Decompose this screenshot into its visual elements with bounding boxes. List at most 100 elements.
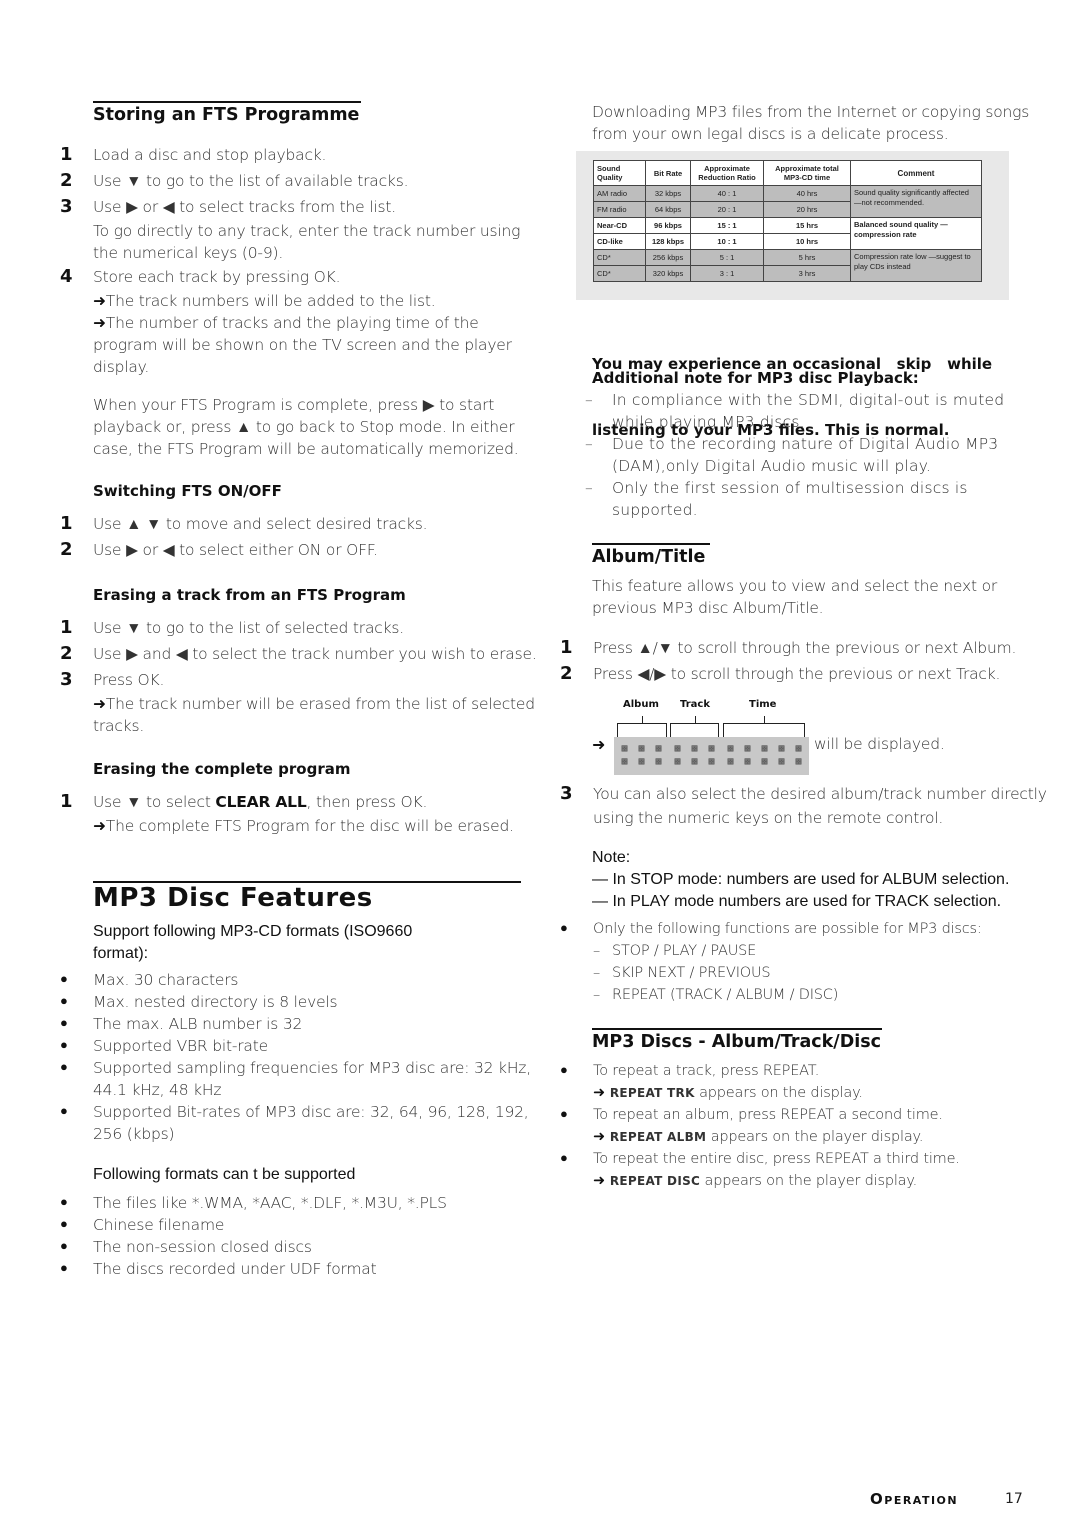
result-line: ➜ REPEAT ALBM appears on the player disp… bbox=[593, 1129, 924, 1145]
mp3-quality-table-panel: Sound Quality Bit Rate Approximate Reduc… bbox=[576, 151, 1009, 300]
result-line: ➜The track number will be erased from th… bbox=[93, 695, 535, 713]
intro-paragraph: Downloading MP3 files from the Internet … bbox=[592, 103, 1030, 143]
additional-note-heading: Additional note for MP3 disc Playback: bbox=[592, 369, 919, 387]
erasing-track-heading: Erasing a track from an FTS Program bbox=[93, 586, 406, 604]
result-line: ➜The track numbers will be added to the … bbox=[93, 292, 436, 310]
list-item: – REPEAT (TRACK / ALBUM / DISC) bbox=[593, 987, 839, 1003]
page-number: 17 bbox=[1005, 1491, 1023, 1507]
step-item: 2 Use ▼ to go to the list of available tr… bbox=[60, 170, 409, 191]
arrow-right-icon: ➜ bbox=[93, 292, 106, 310]
step-item: 3 Use ▶ or ◀ to select tracks from the li… bbox=[60, 196, 396, 217]
album-label: Album bbox=[623, 699, 659, 710]
support-formats-intro: Support following MP3-CD formats (ISO966… bbox=[93, 923, 413, 962]
lcd-panel: ▩ ▩ ▩ ▩ ▩ ▩ ▩ ▩ ▩ ▩ ▩ ▩ ▩ ▩ ▩ ▩ ▩ ▩ ▩ ▩ ▩ ▩ bbox=[614, 737, 809, 775]
list-item: ● Chinese filename bbox=[60, 1216, 225, 1234]
repeat-list: ● To repeat a track, press REPEAT. ➜ REPE… bbox=[560, 1060, 1030, 1192]
bullet-icon: ● bbox=[560, 1107, 568, 1122]
footer-section: Operation bbox=[870, 1490, 959, 1508]
step-item: 4 Store each track by pressing OK. bbox=[60, 266, 341, 287]
step-item: 1 Use ▲ ▼ to move and select desired trac… bbox=[60, 513, 428, 534]
list-item: ● Supported Bit-rates of MP3 disc are: 32… bbox=[60, 1103, 529, 1121]
list-item: ● To repeat a track, press REPEAT. bbox=[560, 1060, 1030, 1082]
bullet-icon: ● bbox=[60, 1016, 68, 1031]
list-item: ● The max. ALB number is 32 bbox=[60, 1015, 303, 1033]
arrow-right-icon: ➜ bbox=[93, 695, 106, 713]
result-line: ➜The number of tracks and the playing ti… bbox=[93, 314, 479, 332]
step-item: 3 Press OK. bbox=[60, 669, 165, 690]
step-item: 1 Use ▼ to select CLEAR ALL, then press O… bbox=[60, 791, 428, 812]
display-caption: will be displayed. bbox=[814, 735, 945, 753]
step-item: 2 Use ▶ and ◀ to select the track number … bbox=[60, 643, 537, 664]
table-row: Near-CD 96 kbps 15 : 1 15 hrs Balanced soun… bbox=[593, 217, 982, 250]
note-block: Note: — In STOP mode: numbers are used f… bbox=[592, 849, 1010, 910]
fts-complete-para: When your FTS Program is complete, press… bbox=[93, 396, 495, 414]
lcd-digit: ▩ ▩ bbox=[621, 743, 628, 767]
time-label: Time bbox=[749, 699, 777, 710]
note-label: Note: bbox=[592, 849, 631, 866]
list-item: – Only the first session of multisession … bbox=[585, 479, 968, 497]
lcd-digit: ▩ ▩ bbox=[691, 743, 698, 767]
step-item: 2 Use ▶ or ◀ to select either ON or OFF. bbox=[60, 539, 378, 560]
erasing-all-heading: Erasing the complete program bbox=[93, 760, 351, 778]
step-item: 3 You can also select the desired album/t… bbox=[560, 783, 1047, 804]
result-line: ➜ REPEAT DISC appears on the player disp… bbox=[593, 1173, 918, 1189]
unsupported-list: ● The files like *.WMA, *AAC, *.DLF, *.M3… bbox=[60, 1192, 540, 1280]
step-item: 1 Press ▲/▼ to scroll through the previou… bbox=[560, 637, 1017, 658]
lcd-digit: ▩ ▩ bbox=[638, 743, 645, 767]
list-item: ● The files like *.WMA, *AAC, *.DLF, *.M3… bbox=[60, 1194, 447, 1212]
step-note: the numerical keys (0-9). bbox=[93, 244, 284, 262]
arrow-right-icon: ➜ bbox=[93, 817, 106, 835]
repeat-heading: MP3 Discs - Album/Track/Disc bbox=[592, 1028, 882, 1052]
list-item: ● Only the following functions are possib… bbox=[560, 918, 1030, 940]
switching-fts-heading: Switching FTS ON/OFF bbox=[93, 482, 282, 500]
result-line: ➜ REPEAT TRK appears on the display. bbox=[593, 1085, 863, 1101]
list-item: – STOP / PLAY / PAUSE bbox=[593, 943, 757, 959]
clear-all-label: CLEAR ALL bbox=[215, 793, 307, 811]
arrow-right-icon: ➜ bbox=[593, 1129, 610, 1145]
functions-list: ● Only the following functions are possib… bbox=[560, 918, 1030, 1006]
album-desc: This feature allows you to view and sele… bbox=[592, 577, 998, 617]
bullet-icon: ● bbox=[60, 972, 68, 987]
table-comment: Sound quality significantly affected —no… bbox=[850, 185, 982, 218]
time-bracket bbox=[723, 716, 805, 738]
album-title-heading: Album/Title bbox=[592, 543, 710, 567]
bullet-icon: ● bbox=[560, 1151, 568, 1166]
list-item: – SKIP NEXT / PREVIOUS bbox=[593, 965, 771, 981]
unsupported-heading: Following formats can t be supported bbox=[93, 1166, 356, 1183]
arrow-right-icon: ➜ bbox=[592, 735, 606, 754]
list-item: ● To repeat the entire disc, press REPEAT… bbox=[560, 1148, 1030, 1170]
bullet-icon: ● bbox=[60, 1195, 68, 1210]
storing-steps: 1 Load a disc and stop playback. 2 Use ▼ t… bbox=[60, 144, 530, 460]
track-bracket bbox=[670, 716, 719, 738]
step-item: 2 Press ◀/▶ to scroll through the previou… bbox=[560, 663, 1001, 684]
table-row: CD* 256 kbps 5 : 15 hrs Compression rate l… bbox=[593, 249, 982, 282]
bullet-icon: ● bbox=[60, 1261, 68, 1276]
list-item: ● To repeat an album, press REPEAT a seco… bbox=[560, 1104, 1030, 1126]
list-item: ● Supported VBR bit-rate bbox=[60, 1037, 268, 1055]
bullet-icon: ● bbox=[60, 1060, 68, 1075]
supported-list: ● Max. 30 characters ● Max. nested directo… bbox=[60, 969, 540, 1145]
list-item: – Due to the recording nature of Digital … bbox=[585, 435, 999, 453]
arrow-right-icon: ➜ bbox=[93, 314, 106, 332]
list-item: ● The non-session closed discs bbox=[60, 1238, 312, 1256]
mp3-quality-table: Sound Quality Bit Rate Approximate Reduc… bbox=[593, 160, 982, 282]
table-row: AM radio 32 kbps 40 : 1 40 hrs Sound qualit… bbox=[593, 185, 982, 218]
lcd-digit: ▩ ▩ bbox=[744, 743, 751, 767]
table-header-row: Sound Quality Bit Rate Approximate Reduc… bbox=[593, 160, 982, 186]
bullet-icon: ● bbox=[60, 994, 68, 1009]
lcd-digit: ▩ ▩ bbox=[778, 743, 785, 767]
arrow-right-icon: ➜ bbox=[593, 1085, 610, 1101]
lcd-digit: ▩ ▩ bbox=[708, 743, 715, 767]
bullet-icon: ● bbox=[560, 1063, 568, 1078]
bullet-icon: ● bbox=[60, 1217, 68, 1232]
result-line: ➜The complete FTS Program for the disc w… bbox=[93, 817, 514, 835]
list-item: ● The discs recorded under UDF format bbox=[60, 1260, 377, 1278]
list-item: ● Max. nested directory is 8 levels bbox=[60, 993, 338, 1011]
bullet-icon: ● bbox=[60, 1038, 68, 1053]
step-item: 1 Use ▼ to go to the list of selected tra… bbox=[60, 617, 404, 638]
lcd-digit: ▩ ▩ bbox=[761, 743, 768, 767]
track-label: Track bbox=[680, 699, 710, 710]
table-comment: Compression rate low —suggest to play CD… bbox=[850, 249, 982, 282]
lcd-digit: ▩ ▩ bbox=[674, 743, 681, 767]
step-note: To go directly to any track, enter the t… bbox=[93, 222, 521, 240]
